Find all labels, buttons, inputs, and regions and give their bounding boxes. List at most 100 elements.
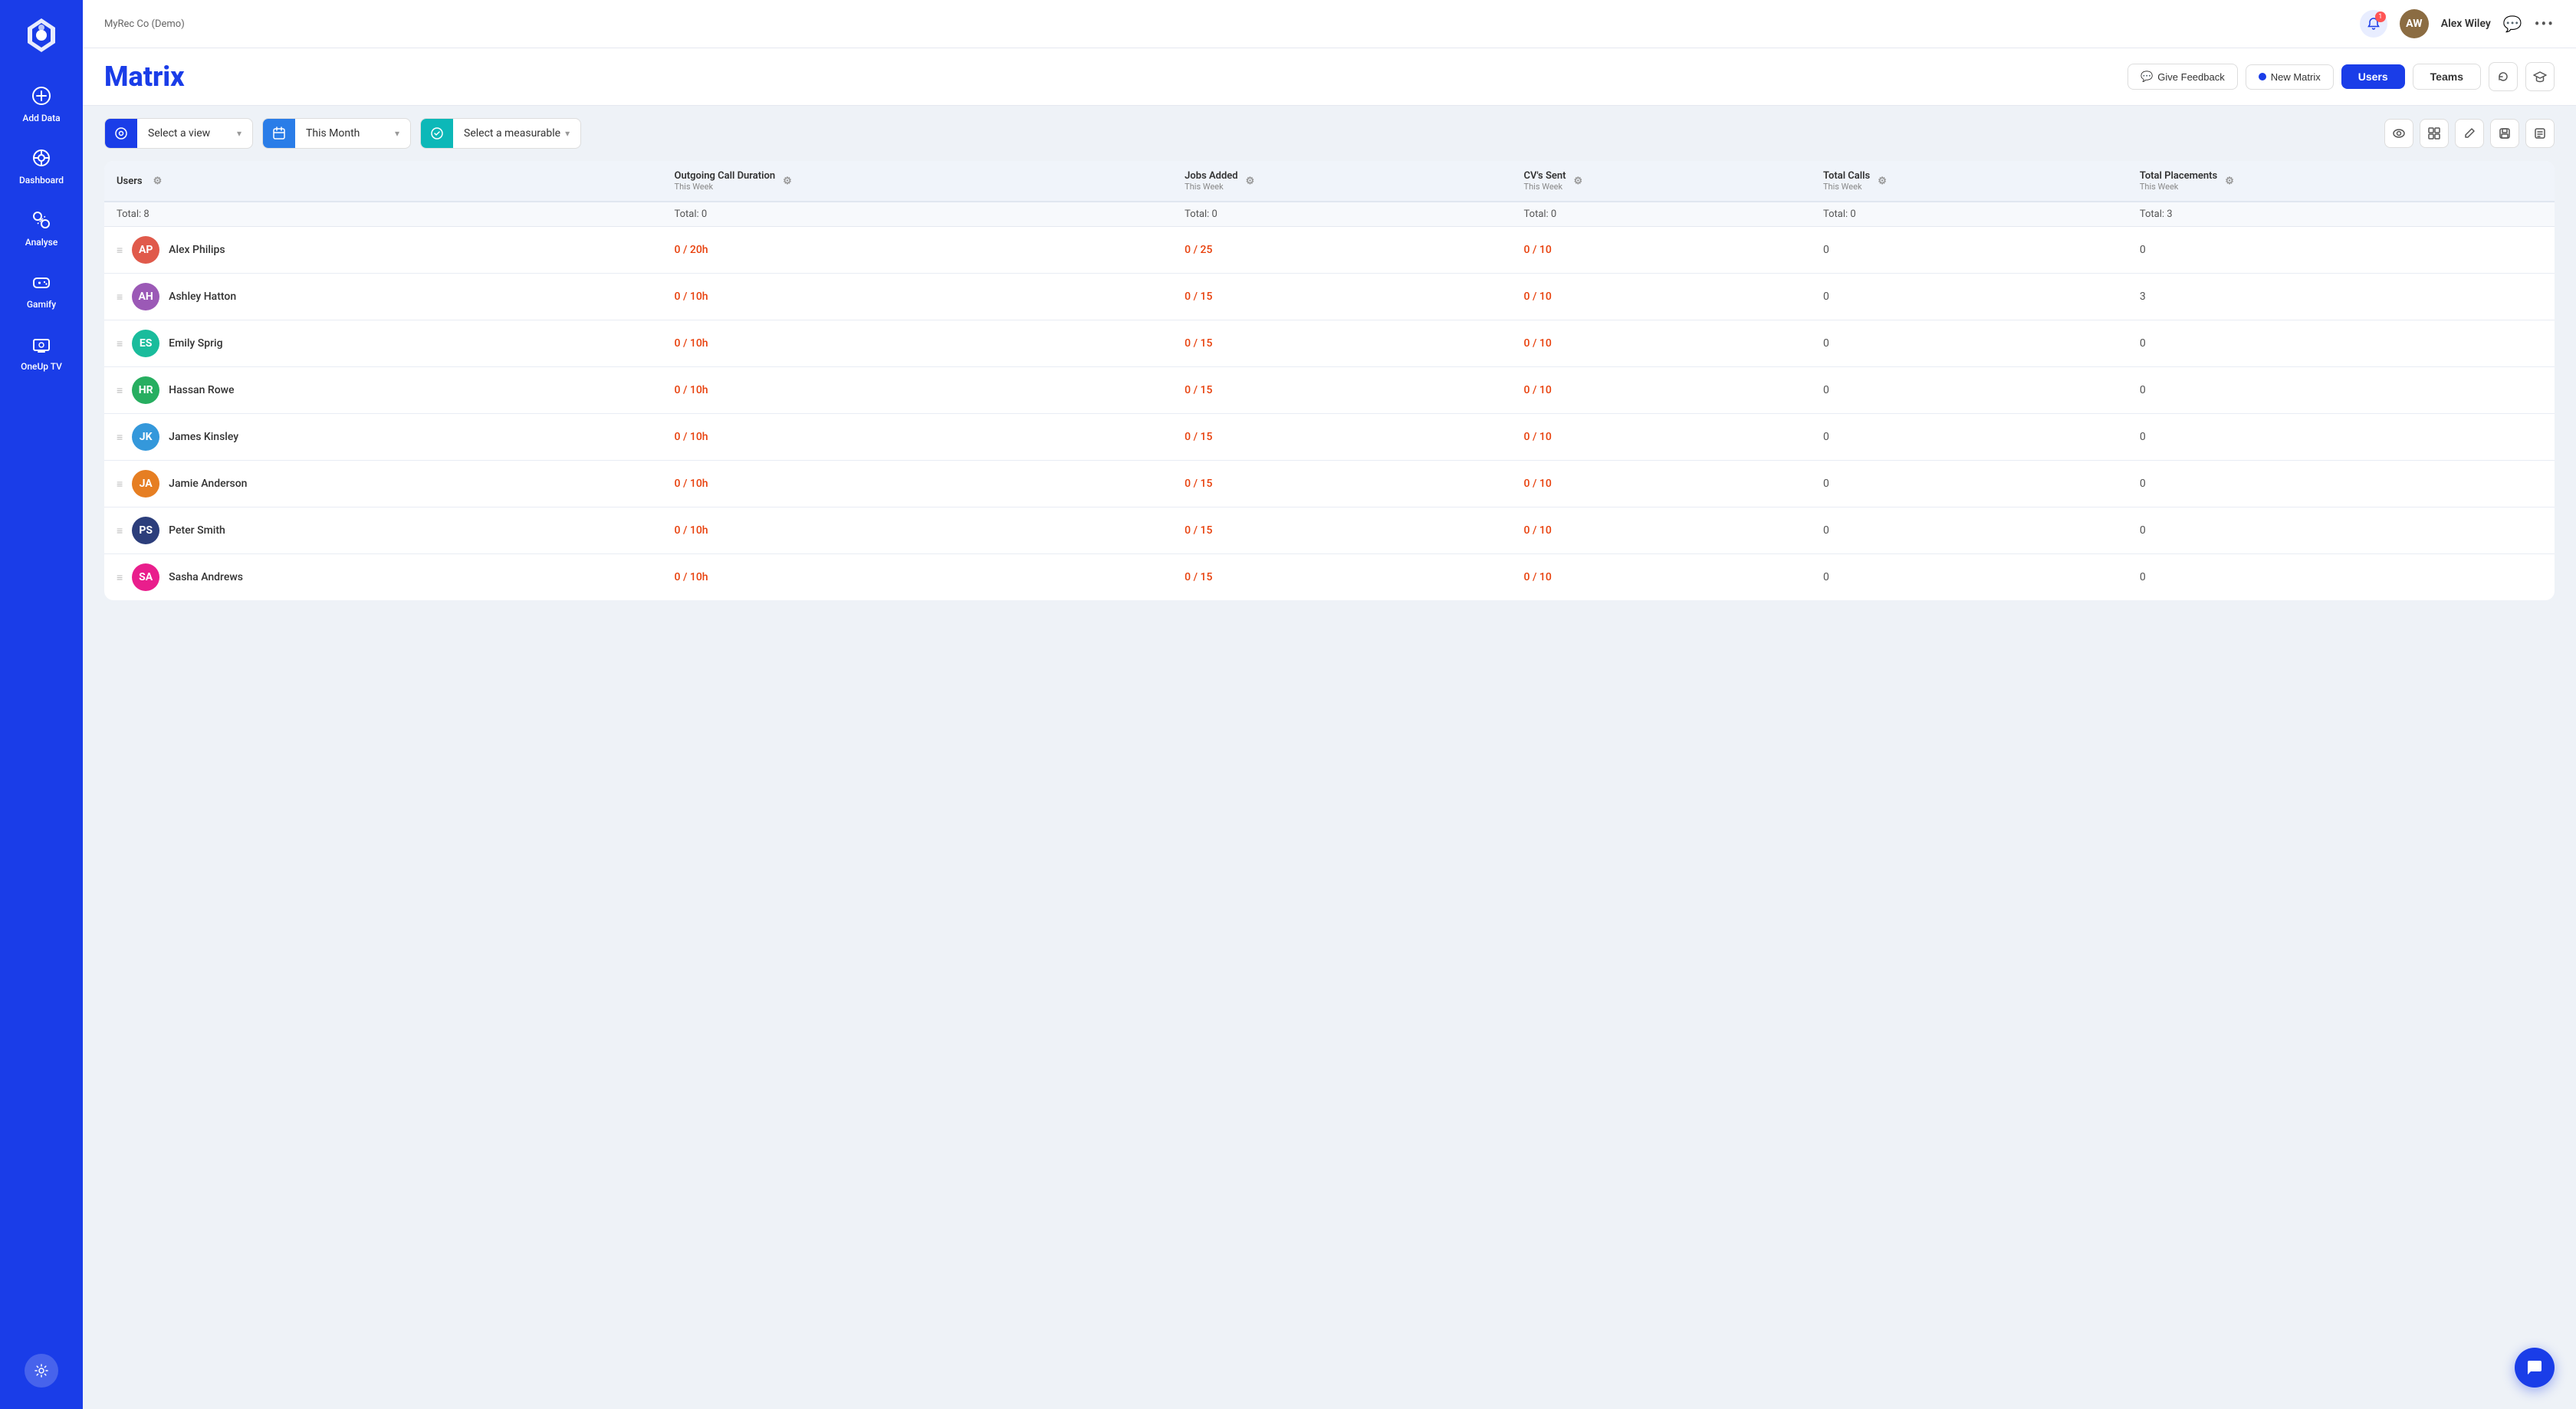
table-row-sasha-andrews: ≡ SA Sasha Andrews 0 / 10h0 / 150 / 1000 [104,554,2555,601]
sidebar: Add Data Dashboard Analyse [0,0,83,1409]
sidebar-item-analyse[interactable]: Analyse [0,201,83,257]
col-total-calls-settings-icon[interactable]: ⚙ [1878,176,1887,187]
total-placements-hassan-rowe: 0 [2128,367,2555,414]
drag-handle[interactable]: ≡ [117,291,123,304]
user-name-alex-philips: Alex Philips [169,244,225,256]
total-cell-0: Total: 8 [104,202,662,227]
feedback-icon: 💬 [2141,71,2153,83]
topbar-right: 1 AW Alex Wiley 💬 ••• [2360,9,2555,38]
col-header-total-placements: Total Placements This Week ⚙ [2128,161,2555,202]
total-placements-ashley-hatton: 3 [2128,274,2555,320]
add-data-icon [31,86,51,110]
total-placements-james-kinsley: 0 [2128,414,2555,461]
jobs-added-james-kinsley: 0 / 15 [1172,414,1511,461]
refresh-button[interactable] [2489,62,2518,91]
view-dropdown: Select a view ▾ [137,121,252,146]
user-avatar-james-kinsley: JK [132,423,159,451]
chat-icon[interactable]: 💬 [2503,15,2522,33]
matrix-table-container: Users ⚙ Outgoing Call Duration This Week… [83,161,2576,1409]
cvs-sent-james-kinsley: 0 / 10 [1512,414,1811,461]
view-filter[interactable]: Select a view ▾ [104,118,253,149]
edit-view-button[interactable] [2455,119,2484,148]
users-tab-button[interactable]: Users [2341,64,2405,89]
total-cell-5: Total: 3 [2128,202,2555,227]
jobs-added-emily-sprig: 0 / 15 [1172,320,1511,367]
drag-handle[interactable]: ≡ [117,384,123,397]
call-duration-sasha-andrews: 0 / 10h [662,554,1173,601]
save-view-button[interactable] [2490,119,2519,148]
sidebar-bottom [0,1345,83,1397]
drag-handle[interactable]: ≡ [117,337,123,350]
eye-view-button[interactable] [2384,119,2413,148]
total-cell-3: Total: 0 [1512,202,1811,227]
sidebar-item-oneup-tv[interactable]: OneUp TV [0,325,83,381]
user-avatar-hassan-rowe: HR [132,376,159,404]
measurable-icon [421,119,453,148]
total-placements-peter-smith: 0 [2128,507,2555,554]
cvs-sent-jamie-anderson: 0 / 10 [1512,461,1811,507]
total-cell-4: Total: 0 [1811,202,2128,227]
page-title: Matrix [104,61,185,105]
drag-handle[interactable]: ≡ [117,524,123,537]
notification-bell[interactable]: 1 [2360,10,2387,38]
user-cell-emily-sprig: ≡ ES Emily Sprig [104,320,662,367]
sidebar-item-add-data[interactable]: Add Data [0,77,83,133]
period-filter[interactable]: This Month ▾ [262,118,411,149]
total-calls-jamie-anderson: 0 [1811,461,2128,507]
user-avatar-emily-sprig: ES [132,330,159,357]
total-calls-hassan-rowe: 0 [1811,367,2128,414]
sidebar-item-gamify[interactable]: Gamify [0,263,83,319]
col-cvs-title: CV's Sent [1524,170,1566,182]
col-users-settings-icon[interactable]: ⚙ [153,176,163,187]
user-cell-hassan-rowe: ≡ HR Hassan Rowe [104,367,662,414]
user-cell-sasha-andrews: ≡ SA Sasha Andrews [104,554,662,601]
col-placements-settings-icon[interactable]: ⚙ [2225,176,2234,187]
gamify-icon [31,272,51,296]
col-jobs-title: Jobs Added [1184,170,1237,182]
user-avatar-alex-philips: AP [132,236,159,264]
drag-handle[interactable]: ≡ [117,244,123,257]
username[interactable]: Alex Wiley [2441,18,2491,30]
sidebar-item-oneup-tv-label: OneUp TV [21,361,62,372]
total-calls-james-kinsley: 0 [1811,414,2128,461]
view-caret-icon: ▾ [237,128,242,139]
page-header-actions: 💬 Give Feedback New Matrix Users Teams [2128,62,2555,103]
total-cell-2: Total: 0 [1172,202,1511,227]
more-options-icon[interactable]: ••• [2535,15,2555,33]
period-dropdown: This Month ▾ [295,121,410,146]
col-cvs-settings-icon[interactable]: ⚙ [1574,176,1583,187]
sidebar-item-add-data-label: Add Data [22,113,60,123]
call-duration-james-kinsley: 0 / 10h [662,414,1173,461]
cvs-sent-peter-smith: 0 / 10 [1512,507,1811,554]
new-matrix-dot [2259,73,2266,80]
drag-handle[interactable]: ≡ [117,431,123,444]
col-call-settings-icon[interactable]: ⚙ [783,176,792,187]
user-avatar[interactable]: AW [2400,9,2429,38]
drag-handle[interactable]: ≡ [117,571,123,584]
teams-tab-button[interactable]: Teams [2413,64,2481,90]
export-view-button[interactable] [2525,119,2555,148]
call-duration-ashley-hatton: 0 / 10h [662,274,1173,320]
settings-button[interactable] [25,1354,58,1388]
totals-row: Total: 8Total: 0Total: 0Total: 0Total: 0… [104,202,2555,227]
total-cell-1: Total: 0 [662,202,1173,227]
oneup-tv-icon [31,334,51,358]
user-avatar-jamie-anderson: JA [132,470,159,498]
chat-fab-button[interactable] [2515,1348,2555,1388]
sidebar-item-dashboard[interactable]: Dashboard [0,139,83,195]
app-logo[interactable] [18,12,64,58]
total-calls-alex-philips: 0 [1811,227,2128,274]
main-content: MyRec Co (Demo) 1 AW Alex Wiley 💬 ••• Ma… [83,0,2576,1409]
call-duration-alex-philips: 0 / 20h [662,227,1173,274]
new-matrix-button[interactable]: New Matrix [2246,64,2334,90]
feedback-button[interactable]: 💬 Give Feedback [2128,64,2238,90]
graduate-icon-button[interactable] [2525,62,2555,91]
drag-handle[interactable]: ≡ [117,478,123,491]
col-jobs-settings-icon[interactable]: ⚙ [1246,176,1255,187]
user-name-ashley-hatton: Ashley Hatton [169,291,236,303]
measurable-filter[interactable]: Select a measurable ▾ [420,118,581,149]
user-cell-jamie-anderson: ≡ JA Jamie Anderson [104,461,662,507]
grid-view-button[interactable] [2420,119,2449,148]
col-header-cvs-sent: CV's Sent This Week ⚙ [1512,161,1811,202]
total-calls-peter-smith: 0 [1811,507,2128,554]
